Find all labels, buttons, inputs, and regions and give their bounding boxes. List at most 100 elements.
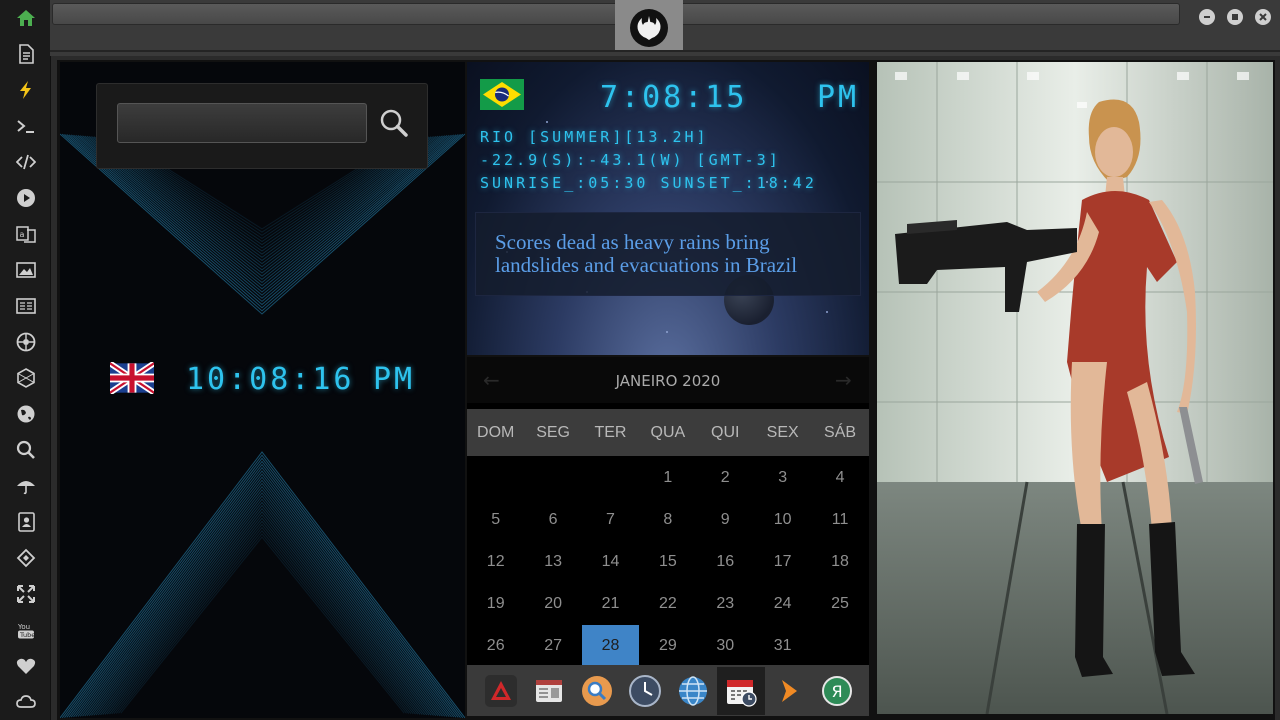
brazil-clock-panel: 7:08:15 PM RIO [SUMMER][13.2H] -22.9(S):… [467, 62, 869, 355]
calendar-day[interactable]: 30 [697, 625, 754, 667]
calendar-app-icon[interactable] [717, 666, 765, 715]
search-app-icon[interactable] [573, 667, 621, 715]
calendar-day[interactable]: 8 [639, 499, 696, 541]
calendar-day[interactable]: 19 [467, 583, 524, 625]
minimize-button[interactable] [1199, 9, 1215, 25]
news-ticker[interactable]: Scores dead as heavy rains bring landsli… [475, 212, 861, 296]
calendar-day[interactable]: 26 [467, 625, 524, 667]
wallpaper-photo [877, 62, 1273, 714]
app-dock: Я [467, 665, 869, 716]
globe-icon[interactable] [14, 402, 38, 426]
weekday-label: SEG [536, 423, 570, 441]
calendar-day[interactable]: 14 [582, 541, 639, 583]
translator-glyph: Я [831, 682, 842, 701]
calendar-day[interactable]: 17 [754, 541, 811, 583]
close-button[interactable] [1255, 9, 1271, 25]
calendar-widget: ← JANEIRO 2020 → DOM SEG TER QUA QUI SEX… [467, 357, 869, 667]
uk-flag-icon [110, 362, 154, 394]
uk-time: 10:08:16 [186, 362, 355, 397]
news-app-icon[interactable] [525, 667, 573, 715]
brazil-season-info: RIO [SUMMER][13.2H] [480, 128, 709, 146]
magnifier-icon [380, 109, 408, 137]
brazil-coordinates: -22.9(S):-43.1(W) [GMT-3] [480, 151, 781, 169]
calendar-day[interactable]: 7 [582, 499, 639, 541]
calendar-day-today[interactable]: 28 [581, 625, 640, 667]
search-button[interactable] [377, 106, 411, 140]
calendar-day[interactable]: 25 [811, 583, 868, 625]
calendar-day[interactable]: 13 [524, 541, 581, 583]
document-icon[interactable] [14, 42, 38, 66]
terminal-icon[interactable] [14, 114, 38, 138]
lightning-icon[interactable] [14, 78, 38, 102]
calendar-empty-cell [467, 457, 524, 499]
aperture-icon[interactable] [14, 330, 38, 354]
calendar-day[interactable]: 31 [754, 625, 811, 667]
maximize-button[interactable] [1227, 9, 1243, 25]
calendar-header: ← JANEIRO 2020 → [467, 357, 869, 403]
contacts-icon[interactable] [14, 510, 38, 534]
uk-ampm: PM [373, 362, 416, 397]
calendar-day[interactable]: 1 [639, 457, 696, 499]
calendar-day[interactable]: 23 [697, 583, 754, 625]
brazil-flag-icon [480, 79, 524, 110]
uk-clock-panel: 10:08:16 PM [60, 62, 465, 718]
weekday-label: TER [594, 423, 627, 441]
weekday-label: QUA [650, 423, 686, 441]
calendar-day[interactable]: 22 [639, 583, 696, 625]
heart-icon[interactable] [14, 654, 38, 678]
translator-app-icon[interactable]: Я [813, 667, 861, 715]
brazil-sun-times: SUNRISE_:05:30 SUNSET_:18:42 [480, 174, 817, 192]
rebel-logo-tab[interactable] [615, 0, 683, 52]
calendar-day[interactable]: 16 [697, 541, 754, 583]
top-bar [50, 0, 1280, 56]
hexagon-icon[interactable] [14, 366, 38, 390]
calendar-day[interactable]: 5 [467, 499, 524, 541]
calendar-month-title: JANEIRO 2020 [615, 372, 721, 390]
alert-app-icon[interactable] [477, 667, 525, 715]
calendar-day[interactable]: 3 [754, 457, 811, 499]
calendar-day[interactable]: 9 [697, 499, 754, 541]
calendar-day[interactable]: 4 [811, 457, 868, 499]
top-bar-divider [50, 50, 1280, 52]
youtube-icon[interactable]: You Tube [14, 618, 38, 642]
calendar-day[interactable]: 2 [697, 457, 754, 499]
calendar-day[interactable]: 27 [524, 625, 581, 667]
search-icon[interactable] [14, 438, 38, 462]
code-icon[interactable] [14, 150, 38, 174]
calendar-empty-cell [524, 457, 581, 499]
next-month-arrow-icon[interactable]: → [835, 368, 852, 392]
calendar-day[interactable]: 24 [754, 583, 811, 625]
clock-app-icon[interactable] [621, 667, 669, 715]
search-input[interactable] [117, 103, 367, 143]
calendar-day[interactable]: 12 [467, 541, 524, 583]
calendar-day[interactable]: 18 [811, 541, 868, 583]
calendar-day[interactable]: 6 [524, 499, 581, 541]
calendar-day[interactable]: 10 [754, 499, 811, 541]
calendar-day-grid: 1 2 3 4 5 6 7 8 9 10 11 12 13 14 15 16 17 18 19 20 21 22 23 24 2… [467, 457, 869, 667]
news-icon[interactable] [14, 294, 38, 318]
play-icon[interactable] [14, 186, 38, 210]
brazil-ampm: PM [817, 80, 860, 115]
cloud-icon[interactable] [14, 690, 38, 714]
rebel-alliance-logo-icon [630, 9, 668, 47]
browser-app-icon[interactable] [669, 667, 717, 715]
arrow-app-icon[interactable] [765, 667, 813, 715]
svg-text:You: You [17, 623, 30, 631]
sidebar: a You Tube [0, 0, 51, 720]
home-icon[interactable] [14, 6, 38, 30]
expand-icon[interactable] [14, 582, 38, 606]
svg-text:a: a [20, 230, 25, 239]
weekday-label: DOM [477, 423, 515, 441]
news-headline[interactable]: Scores dead as heavy rains bring landsli… [495, 231, 842, 277]
calendar-day[interactable]: 15 [639, 541, 696, 583]
brazil-time: 7:08:15 [600, 80, 748, 115]
search-widget [96, 83, 428, 169]
calendar-day[interactable]: 21 [582, 583, 639, 625]
umbrella-icon[interactable] [14, 474, 38, 498]
calendar-day[interactable]: 11 [811, 499, 868, 541]
translate-icon[interactable]: a [14, 222, 38, 246]
calendar-day[interactable]: 29 [639, 625, 696, 667]
calendar-day[interactable]: 20 [524, 583, 581, 625]
image-icon[interactable] [14, 258, 38, 282]
tag-icon[interactable] [14, 546, 38, 570]
